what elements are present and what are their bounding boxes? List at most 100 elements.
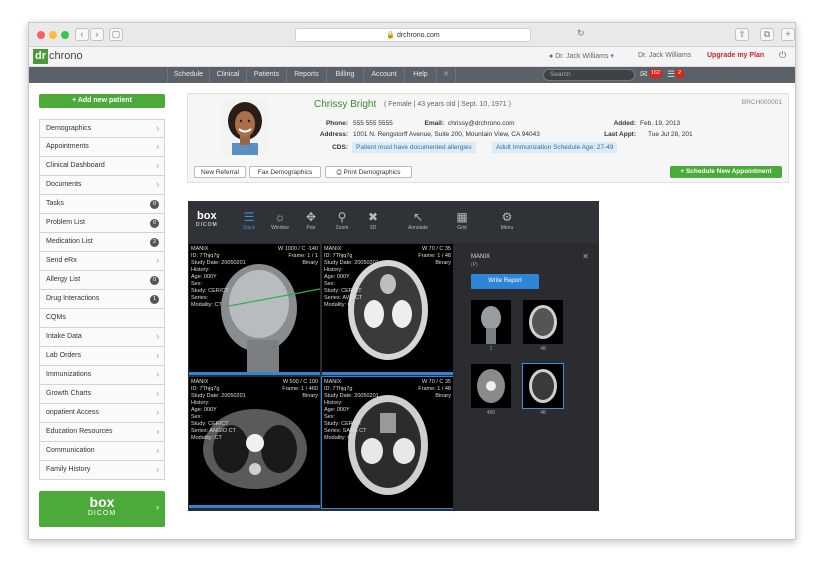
sidebar-item-demographics[interactable]: Demographics › <box>39 119 165 138</box>
sidebar-item-clinical-dashboard[interactable]: Clinical Dashboard › <box>39 157 165 176</box>
nav-schedule[interactable]: Schedule <box>167 67 209 83</box>
3d-tool[interactable]: ✖ 3D <box>359 209 387 231</box>
sidebar-item-appointments[interactable]: Appointments › <box>39 138 165 157</box>
promo-dicom-text: DICOM <box>87 510 117 517</box>
chevron-right-icon: › <box>156 180 159 189</box>
sidebar-item-communication[interactable]: Communication › <box>39 442 165 461</box>
sidebar-item-label: Send eRx <box>46 257 77 264</box>
sidebar-item-drug-interactions[interactable]: Drug Interactions 1 <box>39 290 165 309</box>
menu-tool[interactable]: ⚙ Menu <box>493 209 521 231</box>
print-demographics-label: Print Demographics <box>343 169 401 176</box>
pane-overlay-right: W 70 / C 35 Frame: 1 / 48 Binary <box>418 246 451 267</box>
pane-binary: Binary <box>302 393 318 399</box>
app-header: dr chrono ● Dr. Jack Williams ▾ Dr. Jack … <box>29 47 795 67</box>
sidebar-item-immunizations[interactable]: Immunizations › <box>39 366 165 385</box>
cds-label: CDS: <box>332 144 348 151</box>
close-icon[interactable]: ✕ <box>582 252 589 261</box>
sidebar-item-medication-list[interactable]: Medication List 2 <box>39 233 165 252</box>
back-icon[interactable]: ‹ <box>75 28 89 41</box>
sidebar-item-intake-data[interactable]: Intake Data › <box>39 328 165 347</box>
sidebar-item-allergy-list[interactable]: Allergy List 0 <box>39 271 165 290</box>
maximize-window-button[interactable] <box>61 31 69 39</box>
close-nav-icon[interactable]: ✕ <box>436 67 456 83</box>
nav-patients[interactable]: Patients <box>246 67 286 83</box>
series-thumbnail[interactable] <box>471 300 511 344</box>
new-referral-button[interactable]: New Referral <box>194 166 246 178</box>
stack-tool[interactable]: ☰ Stack <box>235 209 263 231</box>
pane-sex: Sex: <box>191 281 203 287</box>
pane-sex: Sex: <box>191 414 203 420</box>
last-appt-label: Last Appt: <box>604 131 636 138</box>
sidebar-item-label: Demographics <box>46 125 92 132</box>
fax-demographics-button[interactable]: Fax Demographics <box>249 166 321 178</box>
user-menu[interactable]: ● Dr. Jack Williams ▾ <box>549 52 614 60</box>
nav-clinical[interactable]: Clinical <box>209 67 246 83</box>
tabs-icon[interactable]: ⧉ <box>760 28 774 41</box>
pane-frame: Frame: 1 / 48 <box>418 253 451 259</box>
sidebar-item-onpatient-access[interactable]: onpatient Access › <box>39 404 165 423</box>
upgrade-plan-link[interactable]: Upgrade my Plan <box>707 52 764 59</box>
nav-reports[interactable]: Reports <box>286 67 326 83</box>
sidebar-item-education-resources[interactable]: Education Resources › <box>39 423 165 442</box>
print-icon: ⎙ <box>336 169 342 176</box>
sidebar-item-problem-list[interactable]: Problem List 0 <box>39 214 165 233</box>
added-label: Added: <box>613 120 636 127</box>
count-badge: 2 <box>150 238 159 247</box>
cds-alert-immunization[interactable]: Adult Immunization Schedule Age: 27-49 <box>492 142 618 153</box>
sidebar-item-documents[interactable]: Documents › <box>39 176 165 195</box>
forward-icon[interactable]: › <box>90 28 104 41</box>
nav-account[interactable]: Account <box>363 67 404 83</box>
sidebar-item-growth-charts[interactable]: Growth Charts › <box>39 385 165 404</box>
close-window-button[interactable] <box>37 31 45 39</box>
print-demographics-button[interactable]: ⎙ Print Demographics <box>325 166 412 178</box>
thumbnail-image <box>529 369 557 403</box>
dicom-pane-4[interactable]: MANIX ID: 7Thjq7g Study Date: 20050201 H… <box>321 376 454 509</box>
sidebar-item-label: Tasks <box>46 200 64 207</box>
chevron-right-icon: › <box>156 161 159 170</box>
address-bar[interactable]: 🔒 drchrono.com <box>295 28 531 42</box>
minimize-window-button[interactable] <box>49 31 57 39</box>
add-new-patient-button[interactable]: + Add new patient <box>39 94 165 108</box>
dicom-viewer: box DICOM ☰ Stack ☼ Window ✥ Pan ⚲ Zoom ✖ 3D … <box>188 201 599 511</box>
annotate-icon: ↖ <box>412 210 424 224</box>
grid-icon: ▦ <box>456 210 468 224</box>
provider-name[interactable]: Dr. Jack Williams <box>638 52 691 59</box>
cds-alert-allergies[interactable]: Patient must have documented allergies <box>352 142 476 153</box>
zoom-tool[interactable]: ⚲ Zoom <box>328 209 356 231</box>
sidebar-item-cqms[interactable]: CQMs <box>39 309 165 328</box>
dicom-pane-1[interactable]: MANIX ID: 7Thjq7g Study Date: 20050201 H… <box>189 244 320 375</box>
sidebar-item-send-erx[interactable]: Send eRx › <box>39 252 165 271</box>
share-icon[interactable]: ⇧ <box>735 28 749 41</box>
sidebar-item-lab-orders[interactable]: Lab Orders › <box>39 347 165 366</box>
sidebar-item-family-history[interactable]: Family History › <box>39 461 165 480</box>
chevron-right-icon: › <box>156 256 159 265</box>
new-tab-icon[interactable]: + <box>781 28 795 41</box>
mail-count-badge: 162 <box>649 69 662 78</box>
sidebar-toggle-icon[interactable]: ▢ <box>109 28 123 41</box>
sidebar-item-tasks[interactable]: Tasks 0 <box>39 195 165 214</box>
series-thumbnail[interactable] <box>523 300 563 344</box>
grid-tool[interactable]: ▦ Grid <box>448 209 476 231</box>
pan-tool[interactable]: ✥ Pan <box>297 209 325 231</box>
pane-study: Study: CER/CT <box>324 288 362 294</box>
window-tool[interactable]: ☼ Window <box>266 209 294 231</box>
write-report-button[interactable]: Write Report <box>471 274 539 289</box>
series-thumbnail-selected[interactable] <box>522 363 564 409</box>
dicom-pane-2[interactable]: MANIX ID: 7Thjq7g Study Date: 20050201 H… <box>322 244 453 375</box>
mail-icon[interactable]: ✉ <box>640 69 648 80</box>
tasks-icon[interactable]: ☰ <box>667 69 675 80</box>
nav-billing[interactable]: Billing <box>326 67 363 83</box>
dicom-pane-3[interactable]: MANIX ID: 7Thjq7g Study Date: 20050201 H… <box>189 377 320 508</box>
search-input[interactable]: Search <box>543 69 635 81</box>
nav-help[interactable]: Help <box>404 67 436 83</box>
drchrono-logo[interactable]: dr chrono <box>33 49 83 65</box>
annotate-tool[interactable]: ↖ Annotate <box>404 209 432 231</box>
pane-modality: Modality: CT <box>191 435 222 441</box>
power-icon[interactable]: ⏻ <box>779 50 786 61</box>
pane-binary: Binary <box>435 393 451 399</box>
schedule-new-appointment-button[interactable]: + Schedule New Appointment <box>670 166 782 178</box>
box-dicom-promo-button[interactable]: box DICOM › <box>39 491 165 527</box>
thumbnail-caption: 48 <box>540 410 546 416</box>
series-thumbnail[interactable] <box>471 364 511 408</box>
reload-icon[interactable]: ↻ <box>577 28 585 39</box>
